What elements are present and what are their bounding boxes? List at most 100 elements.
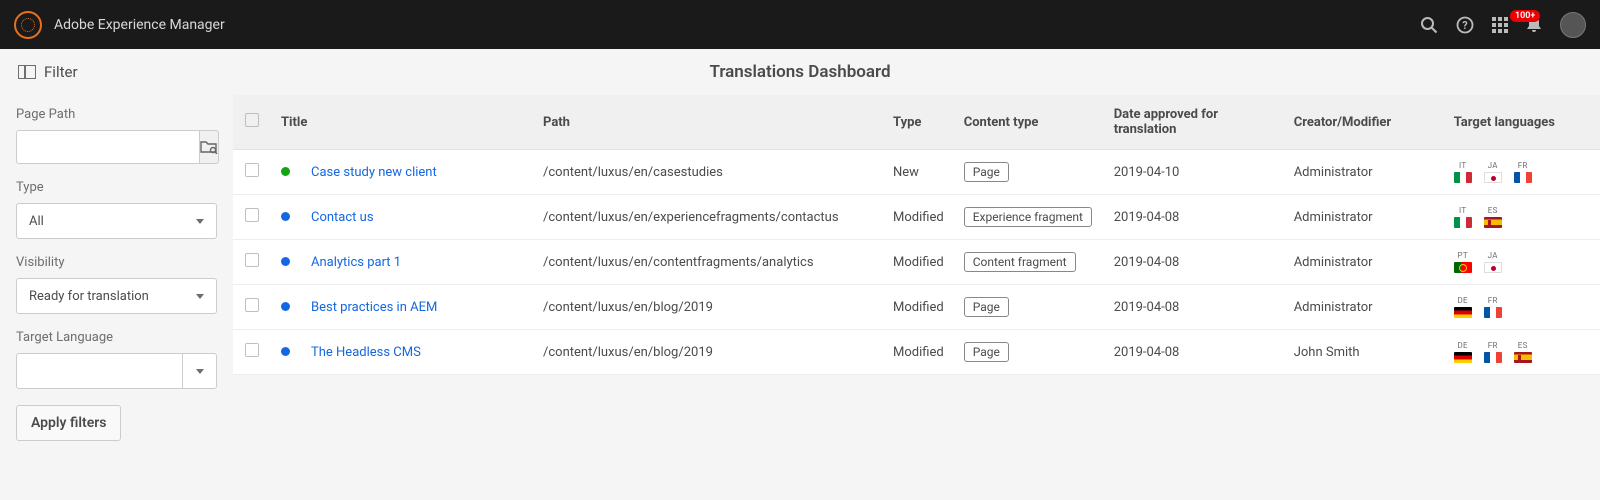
col-title[interactable]: Title <box>271 95 533 150</box>
status-dot-icon <box>281 302 290 311</box>
lang-code: DE <box>1458 341 1468 350</box>
table-row[interactable]: Contact us/content/luxus/en/experiencefr… <box>233 195 1600 240</box>
date-cell: 2019-04-08 <box>1104 330 1284 375</box>
chevron-down-icon <box>196 294 204 299</box>
type-cell: New <box>883 150 954 195</box>
lang-code: PT <box>1457 251 1467 260</box>
row-checkbox[interactable] <box>245 253 259 267</box>
date-cell: 2019-04-08 <box>1104 285 1284 330</box>
creator-cell: Administrator <box>1284 150 1444 195</box>
creator-cell: Administrator <box>1284 195 1444 240</box>
table-row[interactable]: Analytics part 1/content/luxus/en/conten… <box>233 240 1600 285</box>
row-checkbox[interactable] <box>245 208 259 222</box>
aem-logo-icon[interactable] <box>14 11 42 39</box>
path-cell: /content/luxus/en/blog/2019 <box>533 330 883 375</box>
visibility-label: Visibility <box>16 255 217 270</box>
date-cell: 2019-04-08 <box>1104 195 1284 240</box>
date-cell: 2019-04-08 <box>1104 240 1284 285</box>
col-content-type[interactable]: Content type <box>954 95 1104 150</box>
title-link[interactable]: Best practices in AEM <box>311 300 437 315</box>
select-all-checkbox[interactable] <box>245 113 259 127</box>
path-cell: /content/luxus/en/contentfragments/analy… <box>533 240 883 285</box>
lang-code: FR <box>1518 161 1528 170</box>
lang-item: IT <box>1454 161 1472 183</box>
type-select-value: All <box>29 214 44 229</box>
chevron-down-icon <box>196 219 204 224</box>
flag-ja-icon <box>1484 172 1502 183</box>
target-language-label: Target Language <box>16 330 217 345</box>
status-dot-icon <box>281 257 290 266</box>
content-type-chip: Content fragment <box>964 252 1076 272</box>
lang-code: ES <box>1488 206 1498 215</box>
title-link[interactable]: Contact us <box>311 210 374 225</box>
col-target-langs[interactable]: Target languages <box>1444 95 1600 150</box>
chevron-down-icon <box>196 369 204 374</box>
lang-code: IT <box>1459 206 1466 215</box>
page-path-input[interactable] <box>16 130 200 164</box>
flag-es-icon <box>1514 352 1532 363</box>
flag-it-icon <box>1454 172 1472 183</box>
content-type-chip: Experience fragment <box>964 207 1092 227</box>
topbar-right: ? 100+ <box>1420 12 1586 38</box>
help-icon[interactable]: ? <box>1456 16 1474 34</box>
lang-item: DE <box>1454 296 1472 318</box>
visibility-select[interactable]: Ready for translation <box>16 278 217 314</box>
page-title: Translations Dashboard <box>709 62 890 82</box>
solutions-waffle-icon[interactable] <box>1492 17 1508 33</box>
lang-item: FR <box>1514 161 1532 183</box>
target-langs: DE FR ES <box>1454 341 1590 363</box>
flag-ja-icon <box>1484 262 1502 273</box>
row-checkbox[interactable] <box>245 343 259 357</box>
brand-name[interactable]: Adobe Experience Manager <box>54 17 225 33</box>
flag-de-icon <box>1454 352 1472 363</box>
lang-item: FR <box>1484 341 1502 363</box>
creator-cell: John Smith <box>1284 330 1444 375</box>
target-language-select[interactable] <box>16 353 217 389</box>
date-cell: 2019-04-10 <box>1104 150 1284 195</box>
search-icon[interactable] <box>1420 16 1438 34</box>
title-link[interactable]: Analytics part 1 <box>311 255 401 270</box>
lang-item: ES <box>1514 341 1532 363</box>
col-type[interactable]: Type <box>883 95 954 150</box>
browse-path-button[interactable] <box>200 130 219 164</box>
status-dot-icon <box>281 212 290 221</box>
row-checkbox[interactable] <box>245 298 259 312</box>
content-type-chip: Page <box>964 297 1009 317</box>
flag-fr-icon <box>1514 172 1532 183</box>
title-link[interactable]: Case study new client <box>311 165 437 180</box>
flag-es-icon <box>1484 217 1502 228</box>
type-cell: Modified <box>883 240 954 285</box>
filter-rail-toggle[interactable]: Filter <box>18 63 78 81</box>
svg-text:?: ? <box>1462 19 1468 32</box>
lang-code: DE <box>1458 296 1468 305</box>
type-select[interactable]: All <box>16 203 217 239</box>
title-link[interactable]: The Headless CMS <box>311 345 421 360</box>
content-type-chip: Page <box>964 162 1009 182</box>
apply-filters-button[interactable]: Apply filters <box>16 405 121 441</box>
table-row[interactable]: Case study new client/content/luxus/en/c… <box>233 150 1600 195</box>
path-cell: /content/luxus/en/casestudies <box>533 150 883 195</box>
table-row[interactable]: The Headless CMS/content/luxus/en/blog/2… <box>233 330 1600 375</box>
visibility-select-value: Ready for translation <box>29 289 149 304</box>
page-path-label: Page Path <box>16 107 217 122</box>
user-avatar[interactable] <box>1560 12 1586 38</box>
content-type-chip: Page <box>964 342 1009 362</box>
filter-sidebar: Page Path Type All Visibility Ready for … <box>0 95 233 500</box>
notifications-icon[interactable]: 100+ <box>1526 16 1542 34</box>
flag-fr-icon <box>1484 307 1502 318</box>
col-date[interactable]: Date approved for translation <box>1104 95 1284 150</box>
col-creator[interactable]: Creator/Modifier <box>1284 95 1444 150</box>
table-row[interactable]: Best practices in AEM/content/luxus/en/b… <box>233 285 1600 330</box>
path-cell: /content/luxus/en/experiencefragments/co… <box>533 195 883 240</box>
flag-pt-icon <box>1454 262 1472 273</box>
creator-cell: Administrator <box>1284 240 1444 285</box>
col-path[interactable]: Path <box>533 95 883 150</box>
type-cell: Modified <box>883 195 954 240</box>
lang-code: ES <box>1518 341 1528 350</box>
translations-table: Title Path Type Content type Date approv… <box>233 95 1600 375</box>
lang-code: FR <box>1488 296 1498 305</box>
lang-item: JA <box>1484 251 1502 273</box>
row-checkbox[interactable] <box>245 163 259 177</box>
content-area: Title Path Type Content type Date approv… <box>233 95 1600 500</box>
subheader: Filter Translations Dashboard <box>0 49 1600 95</box>
